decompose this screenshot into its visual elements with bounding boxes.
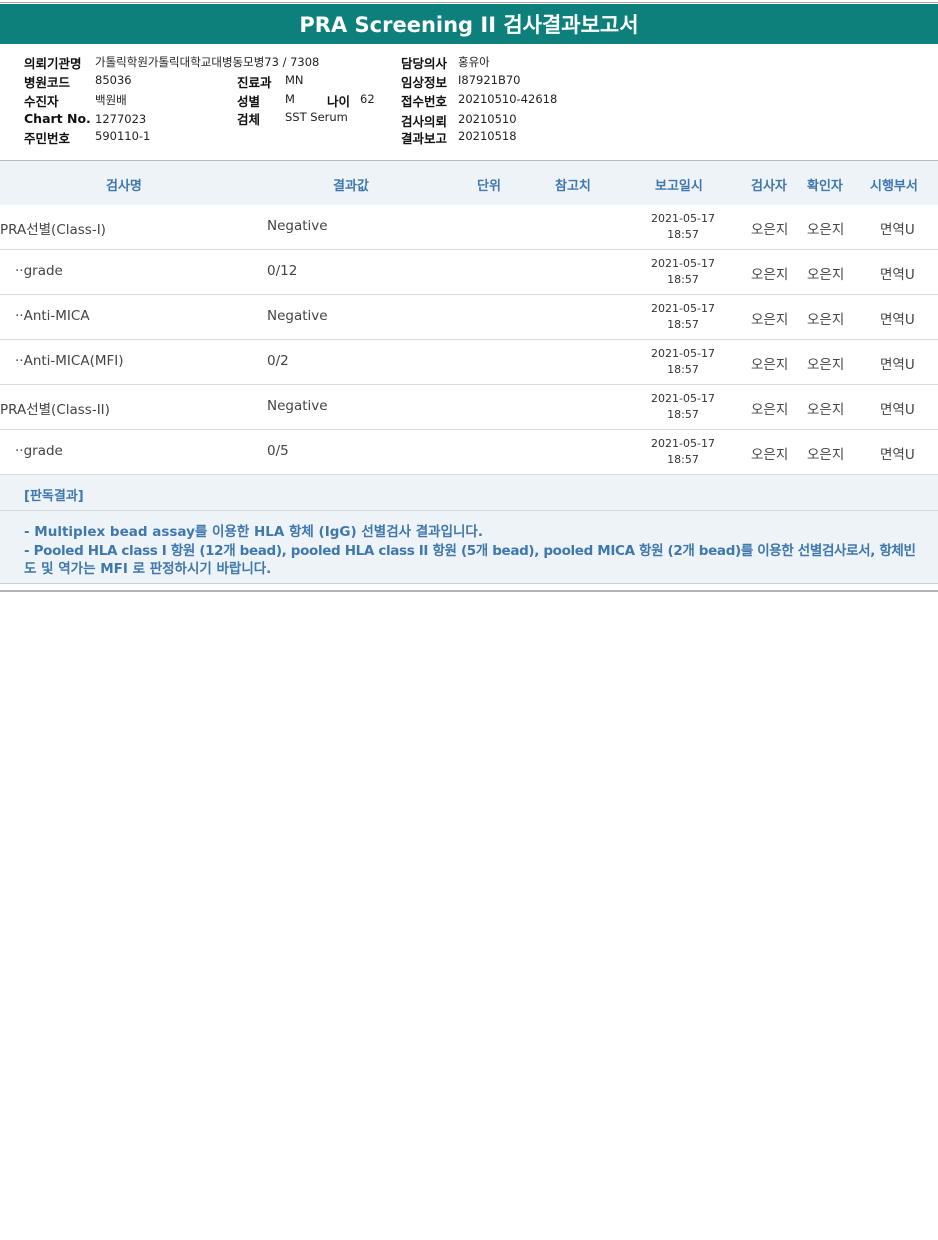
row-dept: 면역U (880, 267, 915, 283)
row-dept: 면역U (880, 312, 915, 328)
row-tester: 오은지 (751, 447, 789, 463)
specimen-label: 검체 (237, 112, 261, 127)
row-time: 18:57 (667, 318, 699, 331)
patient-value: 백원배 (95, 93, 127, 107)
institution-label: 의뢰기관명 (24, 56, 82, 71)
id-label: 주민번호 (24, 131, 71, 146)
header-result: 결과값 (333, 179, 369, 194)
row-report-time: 2021-05-17 18:57 (645, 211, 721, 243)
sex-label: 성별 (237, 94, 261, 109)
institution-value: 가톨릭학원가톨릭대학교대병동모병73 / 7308 (95, 55, 320, 69)
row-date: 2021-05-17 (651, 347, 715, 360)
table-row: ··grade 0/12 2021-05-17 18:57 오은지 오은지 면역U (0, 250, 938, 295)
age-value: 62 (360, 92, 375, 106)
top-border (0, 2, 938, 3)
row-test-name: ··grade (15, 263, 63, 279)
row-date: 2021-05-17 (651, 212, 715, 225)
chart-value: 1277023 (95, 112, 147, 126)
header-report-time: 보고일시 (655, 179, 703, 194)
request-value: 20210510 (458, 112, 517, 126)
interpretation-title: [판독결과] (24, 489, 84, 504)
interpretation-line-2: - Pooled HLA class I 항원 (12개 bead), pool… (24, 543, 916, 559)
age-label: 나이 (327, 94, 351, 109)
department-label: 진료과 (237, 75, 272, 90)
table-row: PRA선별(Class-II) Negative 2021-05-17 18:57… (0, 385, 938, 430)
row-result: 0/2 (267, 353, 289, 369)
row-report-time: 2021-05-17 18:57 (645, 346, 721, 378)
header-reference: 참고치 (555, 179, 591, 194)
report-label: 결과보고 (401, 131, 448, 146)
row-dept: 면역U (880, 402, 915, 418)
row-report-time: 2021-05-17 18:57 (645, 301, 721, 333)
table-header: 검사명 결과값 단위 참고치 보고일시 검사자 확인자 시행부서 (0, 161, 938, 206)
row-time: 18:57 (667, 273, 699, 286)
row-tester: 오은지 (751, 312, 789, 328)
bottom-border (0, 590, 938, 592)
receipt-label: 접수번호 (401, 94, 448, 109)
table-row: ··grade 0/5 2021-05-17 18:57 오은지 오은지 면역U (0, 430, 938, 475)
row-date: 2021-05-17 (651, 302, 715, 315)
row-confirmer: 오은지 (807, 402, 845, 418)
row-date: 2021-05-17 (651, 392, 715, 405)
row-confirmer: 오은지 (807, 267, 845, 283)
row-dept: 면역U (880, 222, 915, 238)
header-unit: 단위 (477, 179, 501, 194)
row-test-name: ··Anti-MICA (15, 308, 90, 324)
row-date: 2021-05-17 (651, 257, 715, 270)
row-confirmer: 오은지 (807, 447, 845, 463)
interpretation-line-3: 도 및 역가는 MFI 로 판정하시기 바랍니다. (24, 561, 272, 577)
interpretation-body: - Multiplex bead assay를 이용한 HLA 항체 (IgG)… (0, 511, 938, 584)
specimen-value: SST Serum (285, 110, 348, 124)
header-confirmer: 확인자 (807, 179, 843, 194)
interpretation-header: [판독결과] (0, 475, 938, 511)
row-dept: 면역U (880, 447, 915, 463)
row-confirmer: 오은지 (807, 222, 845, 238)
chart-label: Chart No. (24, 111, 91, 126)
report-title: PRA Screening II 검사결과보고서 (0, 4, 938, 44)
row-report-time: 2021-05-17 18:57 (645, 256, 721, 288)
table-row: ··Anti-MICA(MFI) 0/2 2021-05-17 18:57 오은지… (0, 340, 938, 385)
department-value: MN (285, 73, 304, 87)
row-tester: 오은지 (751, 222, 789, 238)
header-dept: 시행부서 (870, 179, 918, 194)
table-row: ··Anti-MICA Negative 2021-05-17 18:57 오은지… (0, 295, 938, 340)
receipt-value: 20210510-42618 (458, 92, 558, 106)
hospital-code-label: 병원코드 (24, 75, 71, 90)
row-dept: 면역U (880, 357, 915, 373)
row-report-time: 2021-05-17 18:57 (645, 436, 721, 468)
row-tester: 오은지 (751, 267, 789, 283)
row-result: 0/12 (267, 263, 298, 279)
clinical-label: 임상정보 (401, 75, 448, 90)
row-confirmer: 오은지 (807, 312, 845, 328)
clinical-value: I87921B70 (458, 73, 521, 87)
row-date: 2021-05-17 (651, 437, 715, 450)
row-confirmer: 오은지 (807, 357, 845, 373)
row-test-name: ··Anti-MICA(MFI) (15, 353, 124, 369)
row-tester: 오은지 (751, 402, 789, 418)
sex-value: M (285, 92, 295, 106)
patient-label: 수진자 (24, 94, 59, 109)
header-tester: 검사자 (751, 179, 787, 194)
row-result: Negative (267, 308, 328, 324)
report-value: 20210518 (458, 129, 517, 143)
row-time: 18:57 (667, 228, 699, 241)
header-test-name: 검사명 (106, 179, 142, 194)
row-result: Negative (267, 218, 328, 234)
row-test-name: PRA선별(Class-II) (0, 402, 110, 418)
row-tester: 오은지 (751, 357, 789, 373)
row-result: Negative (267, 398, 328, 414)
hospital-code-value: 85036 (95, 73, 132, 87)
row-time: 18:57 (667, 453, 699, 466)
row-time: 18:57 (667, 408, 699, 421)
row-test-name: ··grade (15, 443, 63, 459)
doctor-value: 홍유아 (458, 55, 490, 69)
row-result: 0/5 (267, 443, 289, 459)
table-row: PRA선별(Class-I) Negative 2021-05-17 18:57 … (0, 205, 938, 250)
doctor-label: 담당의사 (401, 56, 448, 71)
interpretation-line-1: - Multiplex bead assay를 이용한 HLA 항체 (IgG)… (24, 524, 483, 540)
row-report-time: 2021-05-17 18:57 (645, 391, 721, 423)
row-time: 18:57 (667, 363, 699, 376)
id-value: 590110-1 (95, 129, 151, 143)
row-test-name: PRA선별(Class-I) (0, 222, 106, 238)
